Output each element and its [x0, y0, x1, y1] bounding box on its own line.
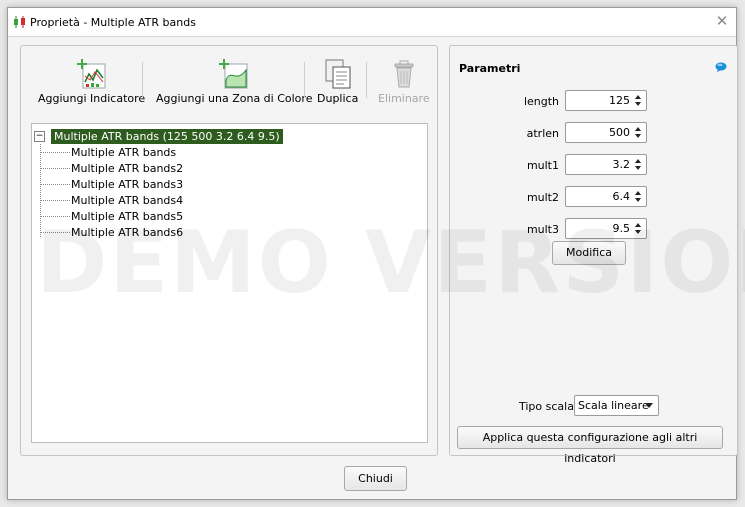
spin-down-icon[interactable] [635, 102, 641, 106]
spin-up-icon[interactable] [635, 95, 641, 99]
tree-connector [40, 232, 70, 233]
tree-item[interactable]: Multiple ATR bands5 [71, 210, 183, 223]
title-bar: Proprietà - Multiple ATR bands ✕ [8, 8, 736, 37]
spin-up-icon[interactable] [635, 159, 641, 163]
spinner-arrows[interactable] [634, 188, 644, 205]
duplicate-label: Duplica [317, 92, 359, 105]
scale-type-label: Tipo scala [519, 400, 574, 413]
param-row-mult3: mult3 [450, 218, 739, 240]
spin-down-icon[interactable] [635, 230, 641, 234]
tree-connector [40, 216, 70, 217]
length-spinner[interactable] [565, 90, 647, 111]
add-color-zone-icon [219, 59, 248, 89]
tree-item[interactable]: Multiple ATR bands [71, 146, 176, 159]
duplicate-button[interactable]: Duplica [317, 58, 358, 105]
delete-label: Eliminare [378, 92, 430, 105]
add-color-zone-label: Aggiungi una Zona di Colore [156, 92, 313, 105]
spin-down-icon[interactable] [635, 166, 641, 170]
param-label: mult2 [526, 191, 559, 204]
spin-down-icon[interactable] [635, 134, 641, 138]
tree-item[interactable]: Multiple ATR bands2 [71, 162, 183, 175]
spinner-arrows[interactable] [634, 92, 644, 109]
tree-root-label[interactable]: Multiple ATR bands (125 500 3.2 6.4 9.5) [51, 129, 283, 144]
atrlen-spinner[interactable] [565, 122, 647, 143]
toolbar-divider [142, 62, 143, 98]
tree-connector [40, 184, 70, 185]
spin-up-icon[interactable] [635, 223, 641, 227]
param-row-length: length [450, 90, 739, 112]
close-button[interactable]: Chiudi [344, 466, 407, 491]
parameters-panel: Parametri length atrlen [449, 45, 739, 465]
param-label: length [523, 95, 559, 108]
dropdown-arrow-icon[interactable] [645, 403, 653, 408]
tree-item[interactable]: Multiple ATR bands6 [71, 226, 183, 239]
delete-button[interactable]: Eliminare [378, 58, 430, 105]
spin-up-icon[interactable] [635, 191, 641, 195]
tree-connector [40, 200, 70, 201]
tree-connector [40, 168, 70, 169]
scale-type-value: Scala lineare [578, 399, 649, 412]
duplicate-icon [325, 59, 351, 89]
add-indicator-label: Aggiungi Indicatore [38, 92, 146, 105]
collapse-icon[interactable]: − [34, 131, 45, 142]
scale-type-select[interactable]: Scala lineare [574, 395, 659, 416]
spin-up-icon[interactable] [635, 127, 641, 131]
parameters-title: Parametri [459, 62, 521, 75]
indicator-tree: − Multiple ATR bands (125 500 3.2 6.4 9.… [31, 123, 428, 443]
mult2-spinner[interactable] [565, 186, 647, 207]
spin-down-icon[interactable] [635, 198, 641, 202]
mult1-input[interactable] [568, 157, 630, 172]
param-row-mult1: mult1 [450, 154, 739, 176]
modify-button[interactable]: Modifica [552, 241, 626, 265]
mult3-spinner[interactable] [565, 218, 647, 239]
apply-to-others-button[interactable]: Applica questa configurazione agli altri… [457, 426, 723, 465]
help-bubble-icon[interactable] [715, 62, 727, 72]
toolbar-divider [304, 62, 305, 98]
param-label: mult1 [526, 159, 559, 172]
spinner-arrows[interactable] [634, 220, 644, 237]
trash-icon [394, 60, 414, 88]
param-label: atrlen [526, 127, 559, 140]
properties-dialog: Proprietà - Multiple ATR bands ✕ Aggiung… [7, 7, 745, 500]
spinner-arrows[interactable] [634, 156, 644, 173]
tree-connector [40, 144, 41, 237]
mult1-spinner[interactable] [565, 154, 647, 175]
tree-item[interactable]: Multiple ATR bands4 [71, 194, 183, 207]
param-row-atrlen: atrlen [450, 122, 739, 144]
param-row-mult2: mult2 [450, 186, 739, 208]
length-input[interactable] [568, 93, 630, 108]
param-label: mult3 [526, 223, 559, 236]
candlestick-app-icon [14, 16, 25, 28]
spinner-arrows[interactable] [634, 124, 644, 141]
add-indicator-icon [76, 59, 106, 89]
add-color-zone-button[interactable]: Aggiungi una Zona di Colore [156, 58, 312, 105]
mult2-input[interactable] [568, 189, 630, 204]
indicators-panel: Aggiungi Indicatore Aggiungi una Zona di… [20, 45, 438, 456]
tree-connector [40, 152, 70, 153]
close-icon[interactable]: ✕ [714, 13, 730, 29]
mult3-input[interactable] [568, 221, 630, 236]
window-title: Proprietà - Multiple ATR bands [30, 16, 196, 29]
add-indicator-button[interactable]: Aggiungi Indicatore [38, 58, 145, 105]
tree-item[interactable]: Multiple ATR bands3 [71, 178, 183, 191]
atrlen-input[interactable] [568, 125, 630, 140]
toolbar-divider [366, 62, 367, 98]
